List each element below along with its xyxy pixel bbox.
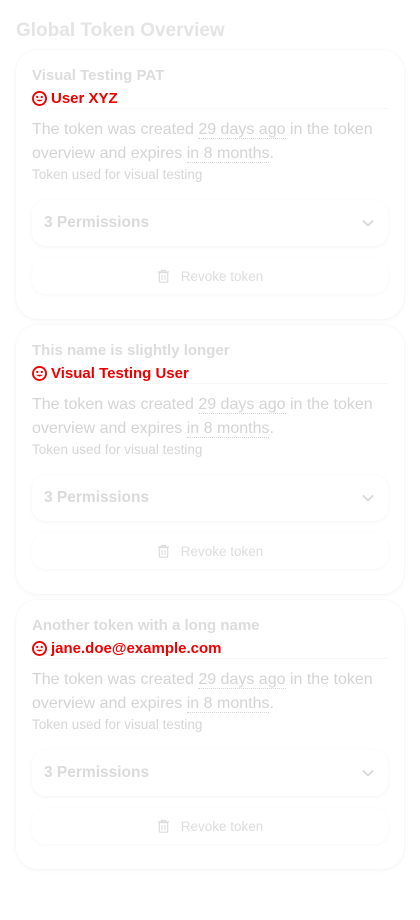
chevron-down-icon <box>362 495 374 502</box>
token-name: Visual Testing PAT <box>32 67 165 84</box>
token-note: Token used for visual testing <box>32 442 203 457</box>
desc-text: The token was created <box>32 396 199 413</box>
token-owner[interactable]: Visual Testing User <box>32 364 388 384</box>
user-face-icon <box>32 366 47 381</box>
token-description: The token was created 29 days ago in the… <box>32 668 382 716</box>
token-overview-page: Global Token Overview Visual Testing PAT… <box>0 0 420 920</box>
desc-text: The token was created <box>32 671 199 688</box>
expires-relative-time: in 8 months <box>186 145 270 163</box>
token-card: This name is slightly longer Visual Test… <box>16 325 404 594</box>
revoke-token-button[interactable]: Revoke token <box>32 533 388 569</box>
desc-text: The token was created <box>32 121 199 138</box>
desc-text: . <box>269 420 274 437</box>
desc-text: . <box>269 695 274 712</box>
revoke-label: Revoke token <box>180 818 264 834</box>
expires-relative-time: in 8 months <box>186 420 270 438</box>
token-owner[interactable]: jane.doe@example.com <box>32 639 388 659</box>
user-face-icon <box>32 641 47 656</box>
created-relative-time: 29 days ago <box>198 121 286 139</box>
permissions-label: 3 Permissions <box>44 764 150 781</box>
created-relative-time: 29 days ago <box>198 671 286 689</box>
revoke-token-button[interactable]: Revoke token <box>32 258 388 294</box>
token-name: This name is slightly longer <box>32 342 230 359</box>
token-note: Token used for visual testing <box>32 717 203 732</box>
permissions-label: 3 Permissions <box>44 214 150 231</box>
permissions-toggle[interactable]: 3 Permissions <box>32 200 388 246</box>
permissions-toggle[interactable]: 3 Permissions <box>32 475 388 521</box>
trash-icon <box>157 819 169 833</box>
token-owner-label: jane.doe@example.com <box>51 640 222 657</box>
trash-icon <box>157 269 169 283</box>
permissions-label: 3 Permissions <box>44 489 150 506</box>
chevron-down-icon <box>362 220 374 227</box>
token-card: Another token with a long name jane.doe@… <box>16 600 404 869</box>
page-title: Global Token Overview <box>16 20 225 41</box>
token-owner[interactable]: User XYZ <box>32 89 388 109</box>
expires-relative-time: in 8 months <box>186 695 270 713</box>
revoke-token-button[interactable]: Revoke token <box>32 808 388 844</box>
token-owner-label: Visual Testing User <box>51 365 189 382</box>
user-face-icon <box>32 91 47 106</box>
token-note: Token used for visual testing <box>32 167 203 182</box>
token-description: The token was created 29 days ago in the… <box>32 118 382 166</box>
revoke-label: Revoke token <box>180 268 264 284</box>
created-relative-time: 29 days ago <box>198 396 286 414</box>
revoke-label: Revoke token <box>180 543 264 559</box>
permissions-toggle[interactable]: 3 Permissions <box>32 750 388 796</box>
chevron-down-icon <box>362 770 374 777</box>
token-name: Another token with a long name <box>32 617 260 634</box>
token-owner-label: User XYZ <box>51 90 118 107</box>
token-description: The token was created 29 days ago in the… <box>32 393 382 441</box>
token-card: Visual Testing PAT User XYZ The token wa… <box>16 50 404 319</box>
desc-text: . <box>269 145 274 162</box>
trash-icon <box>157 544 169 558</box>
